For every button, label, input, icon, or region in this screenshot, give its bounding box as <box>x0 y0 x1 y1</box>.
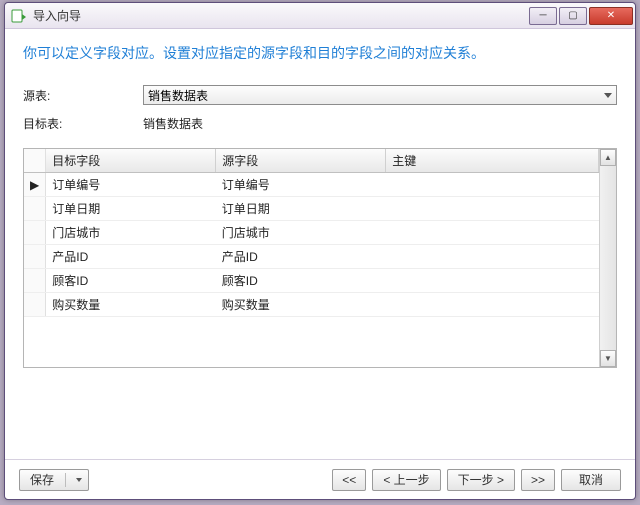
table-row[interactable]: 订单日期订单日期 <box>24 197 599 221</box>
vertical-scrollbar[interactable]: ▲ ▼ <box>599 149 616 367</box>
cancel-button[interactable]: 取消 <box>561 469 621 491</box>
header-indicator <box>24 149 46 173</box>
target-table-label: 目标表: <box>23 115 143 132</box>
scroll-track[interactable] <box>600 166 616 350</box>
source-table-value: 销售数据表 <box>148 87 208 104</box>
cell-primary-key[interactable] <box>386 221 599 245</box>
cell-source-field[interactable]: 订单日期 <box>216 197 386 221</box>
cell-source-field[interactable]: 订单编号 <box>216 173 386 197</box>
window-title: 导入向导 <box>33 7 527 24</box>
target-table-value: 销售数据表 <box>143 115 203 132</box>
maximize-button[interactable]: ▢ <box>559 7 587 25</box>
table-row[interactable]: 产品ID产品ID <box>24 245 599 269</box>
cell-source-field[interactable]: 顾客ID <box>216 269 386 293</box>
cell-primary-key[interactable] <box>386 173 599 197</box>
table-row[interactable]: 门店城市门店城市 <box>24 221 599 245</box>
row-indicator-icon <box>24 221 46 245</box>
source-table-combo[interactable]: 销售数据表 <box>143 85 617 105</box>
scroll-up-button[interactable]: ▲ <box>600 149 616 166</box>
cell-primary-key[interactable] <box>386 197 599 221</box>
close-button[interactable]: ✕ <box>589 7 633 25</box>
row-indicator-icon <box>24 245 46 269</box>
header-primary-key[interactable]: 主键 <box>386 149 599 173</box>
table-row[interactable]: 顾客ID顾客ID <box>24 269 599 293</box>
row-indicator-icon: ▶ <box>24 173 46 197</box>
table-row[interactable]: 购买数量购买数量 <box>24 293 599 317</box>
cell-target-field[interactable]: 订单编号 <box>46 173 216 197</box>
wizard-window: 导入向导 ─ ▢ ✕ 你可以定义字段对应。设置对应指定的源字段和目的字段之间的对… <box>4 2 636 500</box>
last-button[interactable]: >> <box>521 469 555 491</box>
source-table-label: 源表: <box>23 87 143 104</box>
minimize-button[interactable]: ─ <box>529 7 557 25</box>
titlebar: 导入向导 ─ ▢ ✕ <box>5 3 635 29</box>
content-area: 你可以定义字段对应。设置对应指定的源字段和目的字段之间的对应关系。 源表: 销售… <box>5 29 635 459</box>
prev-button[interactable]: < 上一步 <box>372 469 440 491</box>
window-controls: ─ ▢ ✕ <box>527 7 633 25</box>
header-target-field[interactable]: 目标字段 <box>46 149 216 173</box>
cell-primary-key[interactable] <box>386 269 599 293</box>
source-table-row: 源表: 销售数据表 <box>23 85 617 105</box>
table-header-row: 目标字段 源字段 主键 <box>24 149 599 173</box>
field-mapping-table: 目标字段 源字段 主键 ▶订单编号订单编号订单日期订单日期门店城市门店城市产品I… <box>23 148 617 368</box>
header-source-field[interactable]: 源字段 <box>216 149 386 173</box>
cell-source-field[interactable]: 产品ID <box>216 245 386 269</box>
save-button[interactable]: 保存 <box>19 469 89 491</box>
cell-target-field[interactable]: 订单日期 <box>46 197 216 221</box>
instruction-text: 你可以定义字段对应。设置对应指定的源字段和目的字段之间的对应关系。 <box>23 43 617 63</box>
target-table-row: 目标表: 销售数据表 <box>23 115 617 132</box>
chevron-down-icon <box>604 93 612 98</box>
row-indicator-icon <box>24 293 46 317</box>
row-indicator-icon <box>24 269 46 293</box>
cell-target-field[interactable]: 顾客ID <box>46 269 216 293</box>
cell-primary-key[interactable] <box>386 245 599 269</box>
cell-target-field[interactable]: 产品ID <box>46 245 216 269</box>
cell-source-field[interactable]: 门店城市 <box>216 221 386 245</box>
chevron-down-icon <box>76 478 82 482</box>
next-button[interactable]: 下一步 > <box>447 469 515 491</box>
app-icon <box>11 8 27 24</box>
footer-bar: 保存 << < 上一步 下一步 > >> 取消 <box>5 459 635 499</box>
table-row[interactable]: ▶订单编号订单编号 <box>24 173 599 197</box>
save-button-label: 保存 <box>30 471 54 488</box>
cell-source-field[interactable]: 购买数量 <box>216 293 386 317</box>
cell-primary-key[interactable] <box>386 293 599 317</box>
cell-target-field[interactable]: 门店城市 <box>46 221 216 245</box>
first-button[interactable]: << <box>332 469 366 491</box>
cell-target-field[interactable]: 购买数量 <box>46 293 216 317</box>
scroll-down-button[interactable]: ▼ <box>600 350 616 367</box>
row-indicator-icon <box>24 197 46 221</box>
